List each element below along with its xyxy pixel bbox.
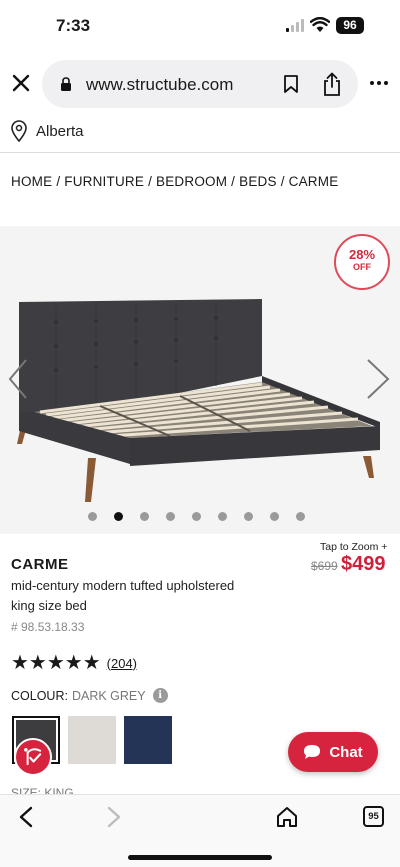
colour-selector-label: COLOUR: DARK GREY i (11, 688, 168, 703)
promo-badge-icon[interactable] (14, 738, 52, 776)
bookmark-icon[interactable] (283, 75, 299, 93)
colour-selected-value: DARK GREY (71, 688, 146, 703)
browser-toolbar: 95 (0, 794, 400, 867)
info-icon[interactable]: i (152, 688, 168, 703)
previous-image-arrow-icon[interactable] (6, 356, 30, 402)
battery-icon: 96 (336, 17, 364, 34)
gallery-dot[interactable] (244, 512, 253, 521)
breadcrumb: HOME / FURNITURE / BEDROOM / BEDS / CARME (11, 174, 339, 189)
breadcrumb-home[interactable]: HOME (11, 174, 52, 189)
store-location[interactable]: Alberta (10, 118, 84, 144)
review-count-link[interactable]: (204) (107, 656, 137, 671)
location-pin-icon (11, 120, 27, 142)
tabs-count-button[interactable]: 95 (363, 806, 384, 827)
breadcrumb-current: CARME (288, 174, 339, 189)
discount-badge: 28% OFF (334, 234, 390, 290)
gallery-dot[interactable] (218, 512, 227, 521)
chat-label: Chat (329, 743, 363, 761)
status-bar: 7:33 96 (0, 0, 400, 52)
product-title: CARME (11, 556, 69, 573)
rating-stars-icon: ★★★★★ (11, 652, 101, 674)
breadcrumb-furniture[interactable]: FURNITURE (64, 174, 144, 189)
sale-price: $499 (341, 553, 386, 575)
gallery-dot[interactable] (140, 512, 149, 521)
lock-icon (61, 77, 71, 91)
product-description: mid-century modern tufted upholstered ki… (11, 578, 235, 613)
more-options-icon[interactable] (368, 74, 390, 92)
gallery-pagination (88, 512, 322, 521)
gallery-dot[interactable] (192, 512, 201, 521)
gallery-dot[interactable] (166, 512, 175, 521)
wifi-icon (310, 17, 330, 32)
location-label: Alberta (36, 122, 84, 140)
product-rating: ★★★★★ (204) (11, 653, 137, 673)
chat-bubble-icon (304, 745, 321, 759)
discount-off-label: OFF (353, 262, 371, 272)
gallery-dot[interactable] (114, 512, 123, 521)
address-bar[interactable]: www.structube.com (42, 60, 358, 108)
share-icon[interactable] (322, 72, 342, 96)
home-indicator (128, 855, 272, 860)
discount-percent: 28% (348, 247, 376, 262)
swatch-navy[interactable] (124, 716, 172, 764)
close-icon[interactable] (10, 72, 32, 94)
size-label: SIZE: KING (11, 786, 74, 794)
breadcrumb-bedroom[interactable]: BEDROOM (156, 174, 227, 189)
next-image-arrow-icon[interactable] (364, 356, 392, 402)
back-arrow-icon[interactable] (16, 806, 36, 828)
browser-url-row: www.structube.com (0, 58, 400, 110)
gallery-dot[interactable] (270, 512, 279, 521)
tap-to-zoom-label[interactable]: Tap to Zoom + (320, 541, 387, 553)
cell-signal-icon (286, 19, 304, 32)
gallery-dot[interactable] (296, 512, 305, 521)
breadcrumb-beds[interactable]: BEDS (239, 174, 277, 189)
chat-button[interactable]: Chat (288, 732, 378, 772)
product-image-gallery[interactable]: 28% OFF (0, 226, 400, 534)
colour-label: COLOUR: (11, 688, 68, 703)
forward-arrow-icon[interactable] (104, 806, 124, 828)
url-text: www.structube.com (86, 75, 234, 94)
header-divider (0, 152, 400, 153)
swatch-light-grey[interactable] (68, 716, 116, 764)
gallery-dot[interactable] (88, 512, 97, 521)
original-price: $699 (311, 559, 338, 573)
product-sku: # 98.53.18.33 (11, 620, 85, 634)
status-time: 7:33 (56, 16, 91, 35)
home-icon[interactable] (276, 806, 298, 828)
